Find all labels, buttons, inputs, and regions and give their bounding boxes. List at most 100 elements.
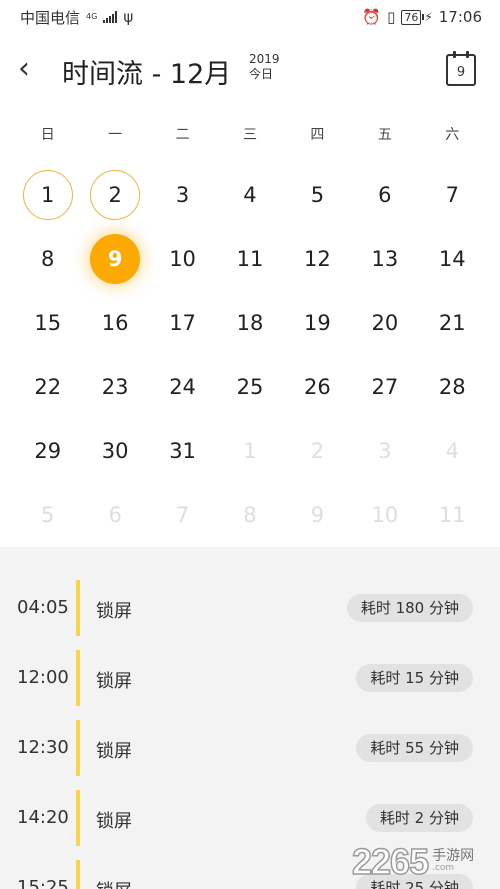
vibrate-icon: ▯ xyxy=(387,8,396,26)
watermark-number: 2265 xyxy=(351,840,430,883)
timeline-label: 锁屏 xyxy=(96,741,132,762)
watermark-site-name: 手游网 xyxy=(432,848,475,864)
timeline-bar xyxy=(76,720,80,776)
back-button[interactable]: ‹ xyxy=(18,54,48,88)
year-block: 2019 今日 xyxy=(249,52,280,82)
calendar-ring-right xyxy=(466,51,469,58)
calendar-day[interactable]: 22 xyxy=(14,355,81,419)
timeline-label: 锁屏 xyxy=(96,671,132,692)
today-calendar-button[interactable]: 9 xyxy=(446,51,476,86)
timeline-bar xyxy=(76,650,80,706)
timeline-row[interactable]: 04:05 锁屏 耗时 180 分钟 xyxy=(0,580,500,636)
calendar-day[interactable]: 4 xyxy=(216,163,283,227)
weekday-label: 三 xyxy=(242,127,257,143)
usb-icon: ψ xyxy=(123,8,134,26)
weekday-label: 六 xyxy=(445,127,460,143)
watermark-text: 手游网 .com xyxy=(432,848,475,874)
calendar-day[interactable]: 18 xyxy=(216,291,283,355)
today-label: 今日 xyxy=(249,67,274,81)
calendar-day-next-month: 11 xyxy=(438,503,466,527)
charging-icon: ⚡ xyxy=(424,10,433,24)
timeline-row[interactable]: 12:30 锁屏 耗时 55 分钟 xyxy=(0,720,500,776)
timeline-time: 12:30 xyxy=(17,737,69,758)
status-right: ⏰ ▯ 76 ⚡ 17:06 xyxy=(362,8,482,26)
calendar-day-next-month: 4 xyxy=(445,439,459,463)
status-bar: 中国电信 4G ψ ⏰ ▯ 76 ⚡ 17:06 xyxy=(0,0,500,34)
calendar-day-next-month: 6 xyxy=(108,503,122,527)
calendar-day[interactable]: 12 xyxy=(284,227,351,291)
timeline-time: 12:00 xyxy=(17,667,69,688)
timeline-label: 锁屏 xyxy=(96,811,132,832)
weekday-label: 四 xyxy=(310,127,325,143)
calendar-grid: 1 2 3 4 5 6 7 8 9 10 11 12 13 14 15 16 1… xyxy=(14,163,486,547)
calendar-day[interactable]: 3 xyxy=(149,163,216,227)
signal-icon xyxy=(103,11,118,23)
duration-badge: 耗时 15 分钟 xyxy=(356,664,473,692)
calendar-day[interactable]: 28 xyxy=(419,355,486,419)
calendar-day-next-month: 8 xyxy=(243,503,257,527)
timeline-time: 14:20 xyxy=(17,807,69,828)
calendar-day[interactable]: 8 xyxy=(14,227,81,291)
calendar-day-next-month: 2 xyxy=(310,439,325,463)
page-title: 时间流 - 12月 xyxy=(62,59,232,90)
calendar-day[interactable]: 17 xyxy=(149,291,216,355)
duration-badge: 耗时 55 分钟 xyxy=(356,734,473,762)
calendar-day[interactable]: 21 xyxy=(419,291,486,355)
calendar-day[interactable]: 13 xyxy=(351,227,418,291)
calendar-day[interactable]: 6 xyxy=(351,163,418,227)
clock-time: 17:06 xyxy=(438,8,482,26)
calendar-day-selected[interactable]: 9 xyxy=(81,227,148,291)
chevron-left-icon: ‹ xyxy=(18,51,30,86)
alarm-icon: ⏰ xyxy=(362,8,382,26)
watermark-url: .com xyxy=(432,863,455,873)
calendar-day[interactable]: 14 xyxy=(419,227,486,291)
calendar-day[interactable]: 1 xyxy=(14,163,81,227)
calendar-day[interactable]: 31 xyxy=(149,419,216,483)
calendar-day[interactable]: 2 xyxy=(81,163,148,227)
calendar-day[interactable]: 29 xyxy=(14,419,81,483)
site-watermark: 2265 手游网 .com xyxy=(351,836,475,888)
weekday-label: 二 xyxy=(175,127,190,143)
calendar-day[interactable]: 20 xyxy=(351,291,418,355)
calendar-day[interactable]: 26 xyxy=(284,355,351,419)
timeline-row[interactable]: 12:00 锁屏 耗时 15 分钟 xyxy=(0,650,500,706)
calendar-day[interactable]: 24 xyxy=(149,355,216,419)
calendar-day[interactable]: 5 xyxy=(284,163,351,227)
duration-badge: 耗时 180 分钟 xyxy=(346,594,473,622)
weekday-label: 日 xyxy=(40,127,55,143)
calendar-day[interactable]: 16 xyxy=(81,291,148,355)
year-label: 2019 xyxy=(249,52,280,66)
calendar-day[interactable]: 11 xyxy=(216,227,283,291)
timeline-bar xyxy=(76,860,80,889)
calendar-day-next-month: 1 xyxy=(243,439,257,463)
network-type: 4G xyxy=(86,12,98,21)
calendar-ring-left xyxy=(453,51,456,58)
weekday-header: 日 一 二 三 四 五 六 xyxy=(14,124,486,144)
calendar-day[interactable]: 25 xyxy=(216,355,283,419)
calendar-day-next-month: 7 xyxy=(175,503,190,527)
battery-level: 76 xyxy=(401,9,422,25)
calendar-day[interactable]: 15 xyxy=(14,291,81,355)
calendar-day[interactable]: 7 xyxy=(419,163,486,227)
calendar-icon-day: 9 xyxy=(456,65,466,80)
battery-icon: 76 ⚡ xyxy=(401,9,433,25)
calendar-day[interactable]: 10 xyxy=(149,227,216,291)
calendar-day[interactable]: 27 xyxy=(351,355,418,419)
calendar-day-next-month: 9 xyxy=(310,503,325,527)
carrier-label: 中国电信 xyxy=(20,8,81,27)
timeline-label: 锁屏 xyxy=(96,877,132,889)
calendar-day-next-month: 5 xyxy=(41,503,55,527)
duration-badge: 耗时 2 分钟 xyxy=(365,804,473,832)
calendar-day[interactable]: 23 xyxy=(81,355,148,419)
calendar-day[interactable]: 30 xyxy=(81,419,148,483)
header: ‹ 时间流 - 12月 2019 今日 9 xyxy=(0,40,500,104)
weekday-label: 五 xyxy=(377,127,392,143)
calendar-day[interactable]: 19 xyxy=(284,291,351,355)
timeline-label: 锁屏 xyxy=(96,601,132,622)
timeline-bar xyxy=(76,580,80,636)
weekday-label: 一 xyxy=(108,127,123,143)
status-left: 中国电信 4G ψ xyxy=(20,7,133,28)
calendar-day-next-month: 10 xyxy=(371,503,399,527)
timeline-time: 15:25 xyxy=(17,877,69,889)
timeline-time: 04:05 xyxy=(17,597,69,618)
